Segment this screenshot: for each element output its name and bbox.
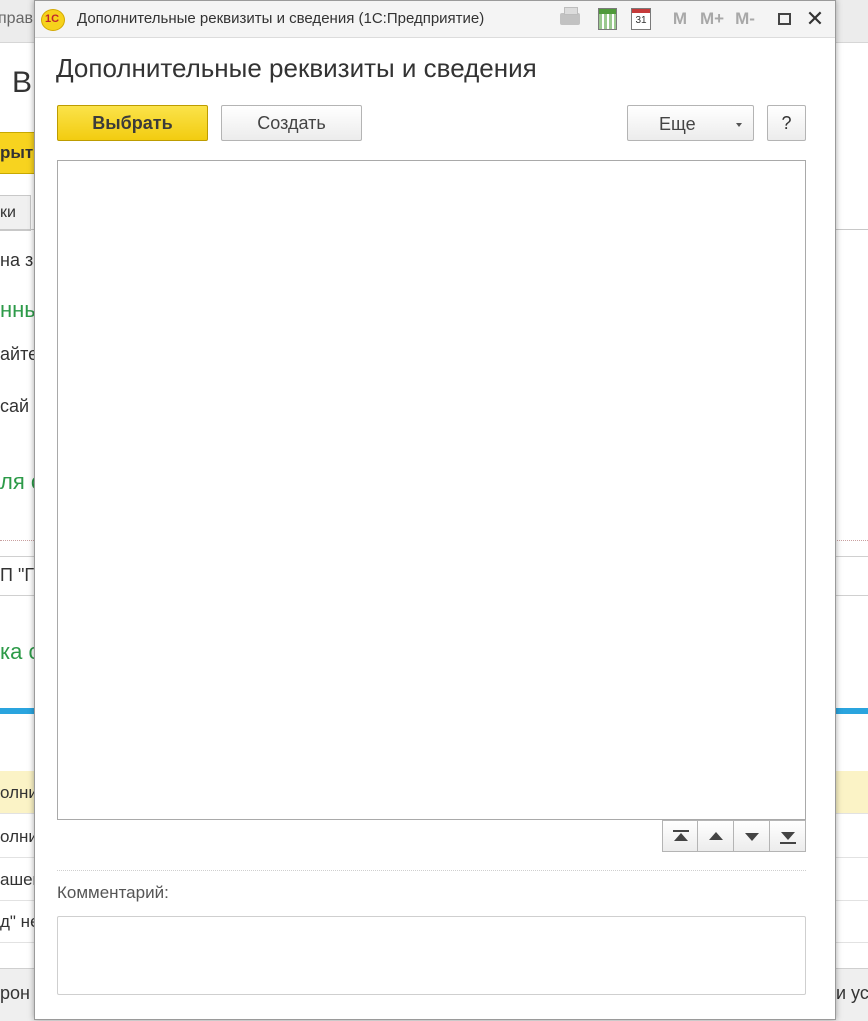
close-window-icon[interactable]: ✕	[803, 6, 827, 31]
background-tab[interactable]: ки	[0, 195, 31, 231]
create-button[interactable]: Создать	[221, 105, 362, 141]
move-to-bottom-button[interactable]	[770, 820, 806, 852]
background-text-line: айте	[0, 344, 39, 364]
move-up-button[interactable]	[698, 820, 734, 852]
dialog-window: 1С Дополнительные реквизиты и сведения (…	[34, 0, 836, 1020]
calculator-icon[interactable]	[595, 7, 619, 31]
memory-recall-button[interactable]: M	[669, 7, 691, 31]
background-title: прав	[0, 10, 33, 27]
app-logo-text: 1С	[45, 13, 60, 25]
background-footer-right: и ус	[836, 983, 868, 1003]
dialog-titlebar[interactable]: 1С Дополнительные реквизиты и сведения (…	[35, 1, 835, 38]
background-footer-left: рон	[0, 983, 30, 1003]
more-menu-label: Еще	[659, 114, 696, 134]
properties-list[interactable]	[57, 160, 806, 820]
window-title: Дополнительные реквизиты и сведения (1С:…	[77, 10, 485, 27]
calendar-day: 31	[631, 8, 651, 30]
memory-add-button[interactable]: M+	[697, 7, 727, 31]
app-logo-icon: 1С	[41, 9, 65, 31]
separator	[57, 870, 806, 871]
bar-icon	[780, 842, 796, 844]
comment-label: Комментарий:	[57, 883, 169, 902]
memory-subtract-button[interactable]: M-	[731, 7, 759, 31]
background-primary-button-label: рыт	[0, 143, 34, 162]
arrow-up-icon	[674, 833, 688, 841]
restore-window-icon[interactable]	[773, 7, 795, 31]
more-menu-button[interactable]: Еще	[627, 105, 754, 141]
bar-icon	[673, 830, 689, 832]
background-tab-label: ки	[0, 204, 16, 221]
background-text-line: на з	[0, 250, 34, 270]
form-title: Дополнительные реквизиты и сведения	[56, 53, 537, 83]
choose-button[interactable]: Выбрать	[57, 105, 208, 141]
arrow-up-icon	[709, 832, 723, 840]
arrow-down-icon	[781, 832, 795, 840]
calendar-icon[interactable]: 31	[629, 7, 653, 31]
background-text-line: сай	[0, 396, 30, 416]
row-order-controls	[662, 820, 806, 852]
background-primary-button[interactable]: рыт	[0, 132, 37, 174]
arrow-down-icon	[745, 833, 759, 841]
comment-field[interactable]	[57, 916, 806, 995]
help-button[interactable]: ?	[767, 105, 806, 141]
move-down-button[interactable]	[734, 820, 770, 852]
move-to-top-button[interactable]	[662, 820, 698, 852]
chevron-down-icon	[736, 123, 742, 127]
print-icon[interactable]	[557, 7, 583, 31]
background-heading: В	[12, 66, 33, 99]
background-field-value: П "Г	[0, 565, 35, 585]
